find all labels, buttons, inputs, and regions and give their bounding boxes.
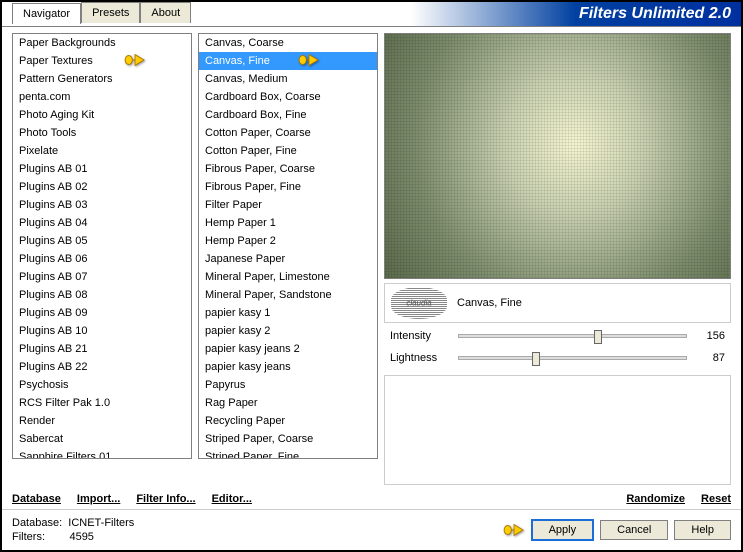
current-filter-name: Canvas, Fine [457,297,522,309]
filter-item[interactable]: Recycling Paper [199,412,377,430]
lightness-slider-row: Lightness 87 [384,349,731,367]
filter-item[interactable]: Cardboard Box, Fine [199,106,377,124]
editor-button[interactable]: Editor... [212,493,252,505]
category-item[interactable]: Photo Tools [13,124,191,142]
filter-info-row: Canvas, Fine [384,283,731,323]
tab-presets[interactable]: Presets [81,2,140,23]
category-item[interactable]: Plugins AB 10 [13,322,191,340]
filter-item[interactable]: Cardboard Box, Coarse [199,88,377,106]
filter-item[interactable]: Canvas, Fine [199,52,377,70]
cancel-button[interactable]: Cancel [600,520,668,540]
filter-item[interactable]: Mineral Paper, Sandstone [199,286,377,304]
filter-item[interactable]: Hemp Paper 1 [199,214,377,232]
filter-item[interactable]: Hemp Paper 2 [199,232,377,250]
filter-info-button[interactable]: Filter Info... [136,493,195,505]
reset-button[interactable]: Reset [701,493,731,505]
filter-item[interactable]: Canvas, Medium [199,70,377,88]
category-item[interactable]: penta.com [13,88,191,106]
filter-item[interactable]: Rag Paper [199,394,377,412]
filter-item[interactable]: Fibrous Paper, Fine [199,178,377,196]
intensity-slider-row: Intensity 156 [384,327,731,345]
filter-item[interactable]: papier kasy jeans 2 [199,340,377,358]
lightness-value: 87 [695,352,725,364]
filter-item[interactable]: papier kasy 1 [199,304,377,322]
category-item[interactable]: Plugins AB 02 [13,178,191,196]
import-button[interactable]: Import... [77,493,120,505]
empty-panel [384,375,731,485]
filter-item[interactable]: Filter Paper [199,196,377,214]
intensity-slider[interactable] [458,334,687,338]
filter-item[interactable]: Cotton Paper, Coarse [199,124,377,142]
category-item[interactable]: Plugins AB 03 [13,196,191,214]
category-item[interactable]: RCS Filter Pak 1.0 [13,394,191,412]
category-item[interactable]: Plugins AB 22 [13,358,191,376]
lightness-slider[interactable] [458,356,687,360]
filter-item[interactable]: Japanese Paper [199,250,377,268]
category-item[interactable]: Plugins AB 21 [13,340,191,358]
filter-item[interactable]: Papyrus [199,376,377,394]
help-button[interactable]: Help [674,520,731,540]
filter-listbox[interactable]: Canvas, CoarseCanvas, FineCanvas, Medium… [198,33,378,459]
category-item[interactable]: Plugins AB 06 [13,250,191,268]
filter-item[interactable]: Striped Paper, Fine [199,448,377,459]
category-item[interactable]: Plugins AB 09 [13,304,191,322]
tab-bar: Navigator Presets About [12,2,191,23]
intensity-label: Intensity [390,330,450,342]
category-item[interactable]: Sabercat [13,430,191,448]
filter-item[interactable]: Canvas, Coarse [199,34,377,52]
filter-item[interactable]: Fibrous Paper, Coarse [199,160,377,178]
preview-image [384,33,731,279]
randomize-button[interactable]: Randomize [626,493,685,505]
filter-item[interactable]: Striped Paper, Coarse [199,430,377,448]
category-item[interactable]: Plugins AB 07 [13,268,191,286]
footer-info: Database: ICNET-Filters Filters: 4595 [12,516,134,544]
category-item[interactable]: Photo Aging Kit [13,106,191,124]
category-item[interactable]: Paper Backgrounds [13,34,191,52]
apply-button[interactable]: Apply [531,519,595,541]
category-item[interactable]: Pattern Generators [13,70,191,88]
category-item[interactable]: Plugins AB 05 [13,232,191,250]
category-item[interactable]: Plugins AB 04 [13,214,191,232]
category-item[interactable]: Plugins AB 08 [13,286,191,304]
category-listbox[interactable]: Paper BackgroundsPaper TexturesPattern G… [12,33,192,459]
filter-item[interactable]: Cotton Paper, Fine [199,142,377,160]
filter-item[interactable]: Mineral Paper, Limestone [199,268,377,286]
category-item[interactable]: Sapphire Filters 01 [13,448,191,459]
category-item[interactable]: Render [13,412,191,430]
lightness-label: Lightness [390,352,450,364]
category-item[interactable]: Pixelate [13,142,191,160]
tab-about[interactable]: About [140,2,191,23]
database-button[interactable]: Database [12,493,61,505]
logo-icon [391,287,447,319]
category-item[interactable]: Plugins AB 01 [13,160,191,178]
pointer-icon [503,521,525,539]
app-title: Filters Unlimited 2.0 [191,2,741,26]
intensity-value: 156 [695,330,725,342]
filter-item[interactable]: papier kasy jeans [199,358,377,376]
category-item[interactable]: Psychosis [13,376,191,394]
category-item[interactable]: Paper Textures [13,52,191,70]
filter-item[interactable]: papier kasy 2 [199,322,377,340]
tab-navigator[interactable]: Navigator [12,3,81,24]
